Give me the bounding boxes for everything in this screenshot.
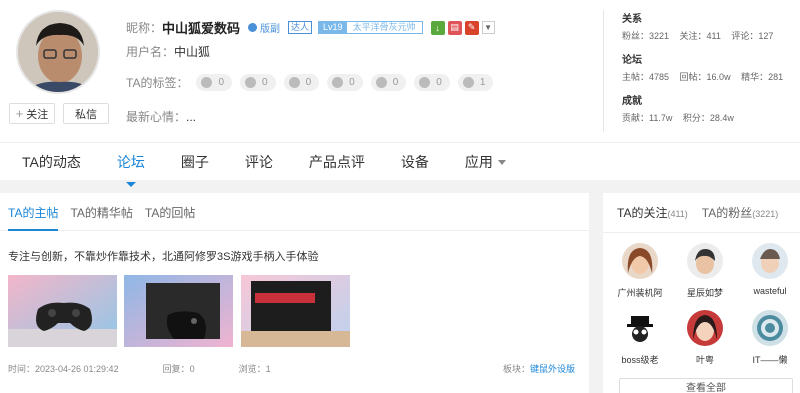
nickname-label: 昵称：	[126, 21, 163, 35]
gear-icon	[419, 77, 431, 88]
username-row: 用户名： 中山狐	[126, 43, 210, 60]
forum-stats: 主帖：4785 回帖：16.0w 精华：281	[622, 72, 784, 82]
username: 中山狐	[174, 45, 211, 59]
caret-down-icon	[497, 160, 506, 166]
follow-button[interactable]: + 关注	[9, 103, 55, 124]
expert-tag[interactable]: 达人	[288, 21, 313, 34]
moderator-tag[interactable]: 版副	[248, 20, 280, 35]
subtab-replies[interactable]: TA的回帖	[145, 193, 195, 231]
post-meta: 时间：2023-04-26 01:29:42 回复：0 浏览：1 板块：键鼠外设…	[8, 362, 575, 375]
follow-user[interactable]: 广州装机阿	[608, 243, 672, 299]
follow-user[interactable]: IT——懒	[738, 310, 800, 366]
gamepad-icon	[332, 77, 344, 88]
subtab-main-posts[interactable]: TA的主帖	[8, 193, 59, 231]
avatar	[622, 243, 658, 279]
tab-comments[interactable]: 评论	[245, 143, 273, 181]
stats-panel: 关系 粉丝：3221 关注：411 评论：127 论坛 主帖：4785 回帖：1…	[603, 10, 800, 132]
tab-product-reviews[interactable]: 产品点评	[309, 143, 365, 181]
relations-title: 关系	[622, 14, 642, 25]
message-button[interactable]: 私信	[63, 103, 109, 124]
tags-label: TA的标签：	[126, 76, 189, 90]
person-icon	[248, 23, 258, 32]
nickname: 中山狐爱数码	[162, 21, 241, 36]
post-thumbnail[interactable]	[241, 275, 350, 347]
post-board: 板块：键鼠外设版	[502, 364, 575, 374]
avatar	[687, 310, 723, 346]
mood-label: 最新心情：	[126, 110, 187, 124]
mood-text: ...	[186, 109, 197, 124]
board-link[interactable]: 键鼠外设版	[530, 364, 575, 374]
tag-pill-graduate[interactable]: 0	[283, 74, 320, 91]
post-time: 时间：2023-04-26 01:29:42	[8, 364, 119, 374]
chevron-down-icon[interactable]: ▼	[481, 21, 495, 34]
graduate-cap-icon	[288, 77, 300, 88]
forum-title: 论坛	[622, 55, 642, 66]
follow-user[interactable]: wasteful	[738, 243, 800, 296]
avatar	[752, 310, 788, 346]
mood-row: 最新心情： ...	[126, 108, 196, 125]
tag-pill-android[interactable]: 0	[196, 74, 233, 91]
user-avatar[interactable]	[16, 10, 100, 94]
post-thumbnail[interactable]	[124, 275, 233, 347]
follow-user[interactable]: 星辰如梦	[673, 243, 737, 299]
profile-header: + 关注 私信 昵称： 中山狐爱数码 版副 达人 Lv19 太平洋骨灰元帅 ↓ ▤…	[0, 0, 800, 142]
level-badge[interactable]: Lv19 太平洋骨灰元帅	[318, 21, 423, 34]
achievement-stats: 贡献：11.7w 积分：28.4w	[622, 113, 734, 123]
post-subtabs: TA的主帖 TA的精华帖 TA的回帖	[0, 193, 589, 231]
tag-pill-game[interactable]: 0	[327, 74, 363, 91]
avatar	[622, 310, 658, 346]
tags-row: TA的标签： 0 0 0 0 0 0 1	[126, 74, 501, 91]
nickname-row: 昵称： 中山狐爱数码 版副 达人 Lv19 太平洋骨灰元帅 ↓ ▤ ✎ ▼	[126, 18, 495, 37]
username-label: 用户名：	[126, 45, 175, 59]
avatar	[752, 243, 788, 279]
tag-pill-gear[interactable]: 0	[414, 74, 450, 91]
tab-fans[interactable]: TA的粉丝(3221)	[702, 204, 778, 221]
tag-pill-car[interactable]: 0	[370, 74, 407, 91]
tab-devices[interactable]: 设备	[401, 143, 429, 181]
profile-nav: TA的动态 论坛 圈子 评论 产品点评 设备 应用	[0, 142, 800, 187]
view-all-button[interactable]: 查看全部	[619, 378, 793, 393]
post-thumbnail[interactable]	[8, 275, 117, 347]
posts-panel: TA的主帖 TA的精华帖 TA的回帖 专注与创新，不靠炒作靠技术，北通阿修罗3S…	[0, 193, 589, 393]
medal-badge-icon[interactable]: ▤	[447, 20, 462, 35]
tab-circle[interactable]: 圈子	[181, 143, 209, 181]
post-replies: 回复：0	[162, 364, 195, 374]
avatar	[687, 243, 723, 279]
tab-activity[interactable]: TA的动态	[22, 143, 81, 181]
follow-user[interactable]: boss级老	[608, 310, 672, 366]
android-icon	[201, 77, 213, 88]
apple-icon	[245, 77, 257, 88]
follow-tabs: TA的关注(411) TA的粉丝(3221)	[603, 193, 800, 233]
follow-user[interactable]: 叶粤	[673, 310, 737, 366]
tab-following[interactable]: TA的关注(411)	[617, 204, 688, 221]
achievement-title: 成就	[622, 96, 642, 107]
relations-stats: 粉丝：3221 关注：411 评论：127	[622, 31, 774, 41]
post-views: 浏览：1	[238, 364, 271, 374]
pen-badge-icon[interactable]: ✎	[464, 20, 479, 35]
post-title-link[interactable]: 专注与创新，不靠炒作靠技术，北通阿修罗3S游戏手柄入手体验	[8, 248, 318, 264]
car-icon	[375, 77, 387, 88]
plus-icon: +	[15, 106, 24, 121]
download-badge-icon[interactable]: ↓	[430, 20, 445, 35]
tag-pill-apple[interactable]: 0	[240, 74, 276, 91]
tab-forum[interactable]: 论坛	[117, 143, 145, 187]
tab-apps[interactable]: 应用	[465, 143, 506, 181]
tag-pill-face[interactable]: 1	[457, 74, 494, 91]
subtab-featured-posts[interactable]: TA的精华帖	[70, 193, 132, 231]
smiley-icon	[462, 77, 474, 88]
follow-panel: TA的关注(411) TA的粉丝(3221) 广州装机阿 星辰如梦 wastef…	[603, 193, 800, 393]
